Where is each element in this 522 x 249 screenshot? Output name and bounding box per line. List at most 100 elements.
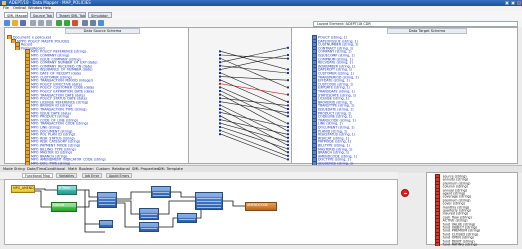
target-connector-dot[interactable] xyxy=(287,151,289,154)
mapping-line[interactable] xyxy=(220,47,288,63)
mapping-line[interactable] xyxy=(220,119,288,135)
source-connector-dot[interactable] xyxy=(219,61,221,64)
tab-job-error[interactable]: Job Error xyxy=(82,173,103,178)
cut-icon[interactable] xyxy=(30,20,36,26)
node-lookup[interactable] xyxy=(97,192,117,208)
target-connector-dot[interactable] xyxy=(287,104,289,107)
tab-source[interactable]: Source Tab xyxy=(30,12,54,18)
close-icon[interactable] xyxy=(517,1,521,5)
mapping-line[interactable] xyxy=(220,79,288,110)
source-connector-dot[interactable] xyxy=(219,86,221,89)
minimize-icon[interactable] xyxy=(505,1,509,5)
link-icon[interactable] xyxy=(64,20,70,26)
tab-sml-mapper[interactable]: SML Mapper xyxy=(4,12,28,18)
target-connector-dot[interactable] xyxy=(287,57,289,60)
target-connector-dot[interactable] xyxy=(287,79,289,82)
source-connector-dot[interactable] xyxy=(219,115,221,118)
source-connector-dot[interactable] xyxy=(219,97,221,100)
node-small[interactable] xyxy=(177,213,197,223)
field-list-item[interactable]: _fund_RATING (string) xyxy=(435,242,515,246)
node-substr[interactable] xyxy=(139,208,159,220)
mapping-line[interactable] xyxy=(220,76,288,81)
source-connector-dot[interactable] xyxy=(219,79,221,82)
target-connector-dot[interactable] xyxy=(287,129,289,132)
node-trim[interactable] xyxy=(139,222,159,232)
target-connector-dot[interactable] xyxy=(287,54,289,56)
target-connector-dot[interactable] xyxy=(287,100,289,103)
source-connector-dot[interactable] xyxy=(219,68,221,71)
target-connector-dot[interactable] xyxy=(287,144,289,146)
mapping-line[interactable] xyxy=(220,123,288,142)
tab-target-sml[interactable]: Target SML Tab xyxy=(56,12,86,18)
source-connector-dot[interactable] xyxy=(219,72,221,74)
node-source-field[interactable]: MPO_AMEND xyxy=(11,185,35,193)
source-connector-dot[interactable] xyxy=(219,82,221,85)
mapping-line[interactable] xyxy=(220,94,288,131)
source-connector-dot[interactable] xyxy=(219,133,221,136)
node-format[interactable] xyxy=(151,186,171,198)
source-connector-dot[interactable] xyxy=(219,90,221,92)
maximize-icon[interactable] xyxy=(511,1,515,5)
source-connector-dot[interactable] xyxy=(219,64,221,67)
run-icon[interactable] xyxy=(72,20,78,26)
target-connector-dot[interactable] xyxy=(287,46,289,49)
target-connector-dot[interactable] xyxy=(287,115,289,118)
remove-link-button[interactable] xyxy=(401,189,409,197)
source-connector-dot[interactable] xyxy=(219,50,221,53)
source-connector-dot[interactable] xyxy=(219,100,221,103)
target-connector-dot[interactable] xyxy=(287,133,289,136)
function-canvas[interactable]: MPO_AMEND If Then Concat AMENDCODE xyxy=(4,179,398,245)
field-list-pane: _source (string) _annuity (string) _premiu… xyxy=(426,172,518,246)
source-connector-dot[interactable] xyxy=(219,54,221,56)
target-connector-dot[interactable] xyxy=(287,147,289,150)
source-connector-dot[interactable] xyxy=(219,129,221,132)
target-connector-dot[interactable] xyxy=(287,68,289,71)
target-connector-dot[interactable] xyxy=(287,122,289,125)
undo-icon[interactable] xyxy=(56,20,62,26)
target-schema-header: Data Target Schema xyxy=(387,28,467,34)
target-connector-dot[interactable] xyxy=(287,86,289,89)
tab-functional-map[interactable]: Functional Map xyxy=(22,173,53,178)
mapping-line[interactable] xyxy=(220,54,288,70)
save-icon[interactable] xyxy=(20,20,26,26)
tab-variables[interactable]: Variables xyxy=(56,173,78,178)
node-concat[interactable]: Concat xyxy=(51,202,77,212)
open-icon[interactable] xyxy=(12,20,18,26)
source-connector-dot[interactable] xyxy=(219,118,221,121)
target-connector-dot[interactable] xyxy=(287,154,289,157)
help-icon[interactable] xyxy=(98,20,104,26)
target-connector-dot[interactable] xyxy=(287,111,289,114)
mapping-line[interactable] xyxy=(220,112,288,128)
target-connector-dot[interactable] xyxy=(287,72,289,74)
node-helper[interactable] xyxy=(99,220,113,228)
mapping-line[interactable] xyxy=(220,97,288,106)
copy-icon[interactable] xyxy=(38,20,44,26)
zoom-icon[interactable] xyxy=(82,20,88,26)
source-connector-dot[interactable] xyxy=(219,108,221,110)
target-connector-dot[interactable] xyxy=(287,93,289,96)
source-connector-dot[interactable] xyxy=(219,75,221,78)
mapping-line[interactable] xyxy=(220,101,288,113)
source-connector-dot[interactable] xyxy=(219,111,221,114)
target-connector-dot[interactable] xyxy=(287,140,289,143)
target-connector-dot[interactable] xyxy=(287,126,289,128)
node-if-then[interactable]: If Then xyxy=(57,185,77,195)
mapping-line[interactable] xyxy=(220,54,288,59)
node-target-field[interactable]: AMENDCODE xyxy=(245,202,277,211)
target-connector-dot[interactable] xyxy=(287,158,289,161)
tab-appld-errors[interactable]: Appld Errors xyxy=(106,173,133,178)
node-merge[interactable] xyxy=(195,192,223,210)
tab-simulator[interactable]: Simulator xyxy=(88,12,112,18)
source-connector-dot[interactable] xyxy=(219,57,221,60)
refresh-icon[interactable] xyxy=(90,20,96,26)
source-connector-dot[interactable] xyxy=(219,93,221,96)
target-connector-dot[interactable] xyxy=(287,108,289,110)
source-connector-dot[interactable] xyxy=(219,122,221,125)
target-connector-dot[interactable] xyxy=(287,136,289,139)
paste-icon[interactable] xyxy=(46,20,52,26)
source-connector-dot[interactable] xyxy=(219,126,221,128)
mapping-line[interactable] xyxy=(220,58,288,88)
source-connector-dot[interactable] xyxy=(219,104,221,107)
mapping-line[interactable] xyxy=(220,83,288,95)
new-icon[interactable] xyxy=(4,20,10,26)
